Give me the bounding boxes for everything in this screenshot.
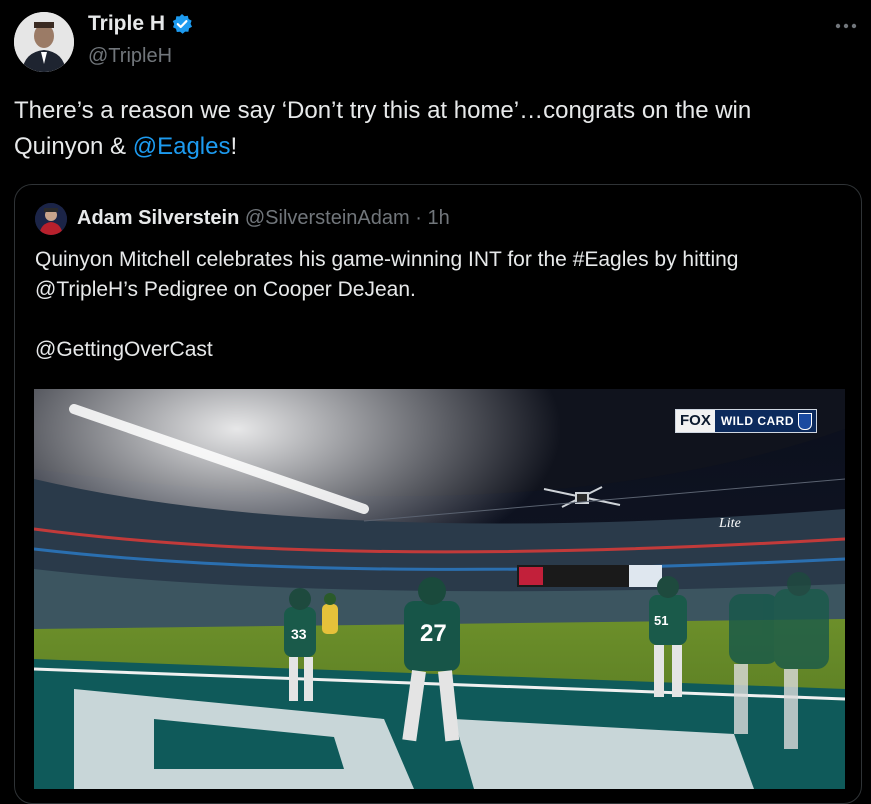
- quote-author-name[interactable]: Adam Silverstein: [77, 207, 239, 229]
- stadium-sign-text: Lite: [718, 516, 741, 531]
- quote-text-mention[interactable]: @GettingOverCast: [35, 335, 835, 365]
- author-name[interactable]: Triple H: [88, 12, 165, 36]
- tweet-text: There’s a reason we say ‘Don’t try this …: [14, 93, 844, 165]
- author-avatar[interactable]: [14, 12, 74, 72]
- svg-text:27: 27: [420, 620, 447, 647]
- more-horizontal-icon: [835, 16, 857, 34]
- quote-text: Quinyon Mitchell celebrates his game-win…: [35, 245, 835, 365]
- verified-badge-icon[interactable]: [171, 13, 193, 35]
- broadcast-badge: FOX WILD CARD: [675, 409, 817, 433]
- svg-text:51: 51: [654, 613, 668, 628]
- more-options-button[interactable]: [831, 10, 861, 40]
- author-handle[interactable]: @TripleH: [88, 45, 172, 68]
- video-media[interactable]: Lite 33 27 51 FOX WILD CARD: [34, 389, 845, 789]
- quote-timestamp[interactable]: 1h: [427, 207, 449, 229]
- tweet-text-end: !: [230, 133, 238, 160]
- svg-text:33: 33: [291, 626, 307, 642]
- wild-card-label: WILD CARD: [720, 414, 794, 428]
- opponent-player: [322, 593, 338, 634]
- quote-text-line: Quinyon Mitchell celebrates his game-win…: [35, 248, 739, 301]
- stadium-scene: Lite 33 27 51: [34, 389, 845, 789]
- mention-link[interactable]: @Eagles: [133, 133, 231, 160]
- quote-separator: ·: [415, 207, 422, 229]
- tweet-text-body: There’s a reason we say ‘Don’t try this …: [14, 97, 752, 160]
- quoted-tweet-card[interactable]: Adam Silverstein @SilversteinAdam · 1h Q…: [14, 184, 862, 804]
- author-name-row[interactable]: Triple H: [88, 12, 193, 36]
- nfl-shield-icon: [798, 412, 812, 430]
- quote-author-handle[interactable]: @SilversteinAdam: [245, 207, 410, 229]
- quote-header: Adam Silverstein @SilversteinAdam · 1h: [77, 207, 450, 230]
- fox-logo: FOX: [676, 410, 715, 432]
- quote-author-avatar[interactable]: [35, 203, 67, 235]
